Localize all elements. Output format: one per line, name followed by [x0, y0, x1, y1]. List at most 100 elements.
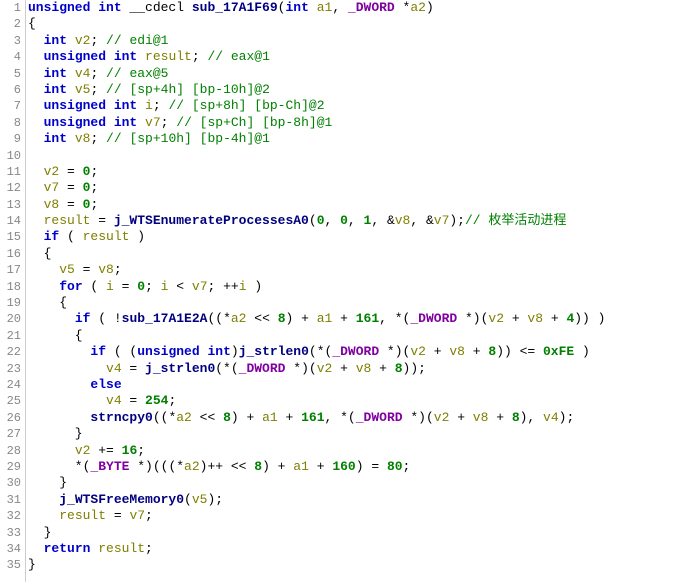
code-line[interactable] [28, 148, 680, 164]
code-line[interactable]: } [28, 525, 680, 541]
code-line[interactable]: int v4; // eax@5 [28, 66, 680, 82]
token-var: v7 [44, 180, 60, 195]
code-line[interactable]: result = j_WTSEnumerateProcessesA0(0, 0,… [28, 213, 680, 229]
token-fn: strncpy0 [90, 410, 152, 425]
line-number: 18 [0, 279, 21, 295]
token-num: 161 [301, 410, 324, 425]
line-number: 34 [0, 541, 21, 557]
line-number: 17 [0, 262, 21, 278]
token-op: ), [520, 410, 543, 425]
code-line[interactable]: unsigned int __cdecl sub_17A1F69(int a1,… [28, 0, 680, 16]
code-line[interactable]: v4 = 254; [28, 393, 680, 409]
token-op [28, 377, 90, 392]
code-line[interactable]: v4 = j_strlen0(*(_DWORD *)(v2 + v8 + 8))… [28, 361, 680, 377]
token-op: ; [90, 33, 106, 48]
token-var: v8 [44, 197, 60, 212]
token-op: , [348, 213, 364, 228]
token-num: 0xFE [543, 344, 574, 359]
code-line[interactable]: for ( i = 0; i < v7; ++i ) [28, 279, 680, 295]
code-line[interactable]: if ( (unsigned int)j_strlen0(*(_DWORD *)… [28, 344, 680, 360]
code-line[interactable]: int v5; // [sp+4h] [bp-10h]@2 [28, 82, 680, 98]
code-line[interactable]: v2 += 16; [28, 443, 680, 459]
code-line[interactable]: int v8; // [sp+10h] [bp-4h]@1 [28, 131, 680, 147]
token-op [28, 98, 44, 113]
code-line[interactable]: { [28, 16, 680, 32]
token-op: ; [90, 131, 106, 146]
code-line[interactable]: { [28, 246, 680, 262]
code-line[interactable]: result = v7; [28, 508, 680, 524]
token-var: i [106, 279, 114, 294]
token-var: v8 [449, 344, 465, 359]
code-line[interactable]: } [28, 475, 680, 491]
code-line[interactable]: return result; [28, 541, 680, 557]
token-op: )) <= [496, 344, 543, 359]
token-op: = [122, 393, 145, 408]
token-fn: sub_17A1E2A [122, 311, 208, 326]
token-op: + [543, 311, 566, 326]
token-op [28, 33, 44, 48]
token-cmtcn: // 枚举活动进程 [465, 213, 566, 228]
token-op: )) ) [574, 311, 605, 326]
code-line[interactable]: { [28, 328, 680, 344]
token-op: , & [371, 213, 394, 228]
code-line[interactable]: unsigned int i; // [sp+8h] [bp-Ch]@2 [28, 98, 680, 114]
token-cmt: // [sp+Ch] [bp-8h]@1 [176, 115, 332, 130]
token-op: ) = [356, 459, 387, 474]
token-op: = [90, 213, 113, 228]
token-var: v2 [75, 443, 91, 458]
token-kw: unsigned int [44, 49, 138, 64]
code-line[interactable]: else [28, 377, 680, 393]
token-op: + [504, 311, 527, 326]
code-line[interactable]: strncpy0((*a2 << 8) + a1 + 161, *(_DWORD… [28, 410, 680, 426]
code-line[interactable]: v8 = 0; [28, 197, 680, 213]
code-line[interactable]: *(_BYTE *)(((*a2)++ << 8) + a1 + 160) = … [28, 459, 680, 475]
token-op: ; [137, 443, 145, 458]
token-var: a2 [410, 0, 426, 15]
code-line[interactable]: v7 = 0; [28, 180, 680, 196]
code-line[interactable]: } [28, 426, 680, 442]
token-op [28, 213, 44, 228]
code-line[interactable]: { [28, 295, 680, 311]
code-line[interactable]: int v2; // edi@1 [28, 33, 680, 49]
token-op [28, 279, 59, 294]
code-line[interactable]: if ( !sub_17A1E2A((*a2 << 8) + a1 + 161,… [28, 311, 680, 327]
token-op: + [309, 459, 332, 474]
token-kw: unsigned int [44, 98, 138, 113]
token-var: v2 [75, 33, 91, 48]
token-op [28, 508, 59, 523]
token-var: i [239, 279, 247, 294]
token-op: < [168, 279, 191, 294]
code-line[interactable]: if ( result ) [28, 229, 680, 245]
token-op [67, 82, 75, 97]
token-op: ; [168, 393, 176, 408]
token-op: ) + [286, 311, 317, 326]
code-line[interactable]: } [28, 557, 680, 573]
line-number: 15 [0, 229, 21, 245]
token-op: + [465, 344, 488, 359]
token-op: ; [90, 197, 98, 212]
token-op: = [106, 508, 129, 523]
code-line[interactable]: j_WTSFreeMemory0(v5); [28, 492, 680, 508]
token-num: 8 [512, 410, 520, 425]
token-num: 254 [145, 393, 168, 408]
line-number: 33 [0, 525, 21, 541]
line-number: 5 [0, 66, 21, 82]
token-op [28, 49, 44, 64]
token-op: { [28, 295, 67, 310]
code-line[interactable]: v5 = v8; [28, 262, 680, 278]
code-line[interactable]: v2 = 0; [28, 164, 680, 180]
token-var: v2 [44, 164, 60, 179]
token-fn: j_strlen0 [239, 344, 309, 359]
token-kw: int [44, 82, 67, 97]
token-op: = [114, 279, 137, 294]
code-pane[interactable]: unsigned int __cdecl sub_17A1F69(int a1,… [26, 0, 680, 582]
token-op: ; [114, 262, 122, 277]
token-op: } [28, 426, 83, 441]
line-number: 16 [0, 246, 21, 262]
line-number: 1 [0, 0, 21, 16]
token-op [28, 164, 44, 179]
code-line[interactable]: unsigned int v7; // [sp+Ch] [bp-8h]@1 [28, 115, 680, 131]
token-op: + [449, 410, 472, 425]
token-kw: else [90, 377, 121, 392]
code-line[interactable]: unsigned int result; // eax@1 [28, 49, 680, 65]
